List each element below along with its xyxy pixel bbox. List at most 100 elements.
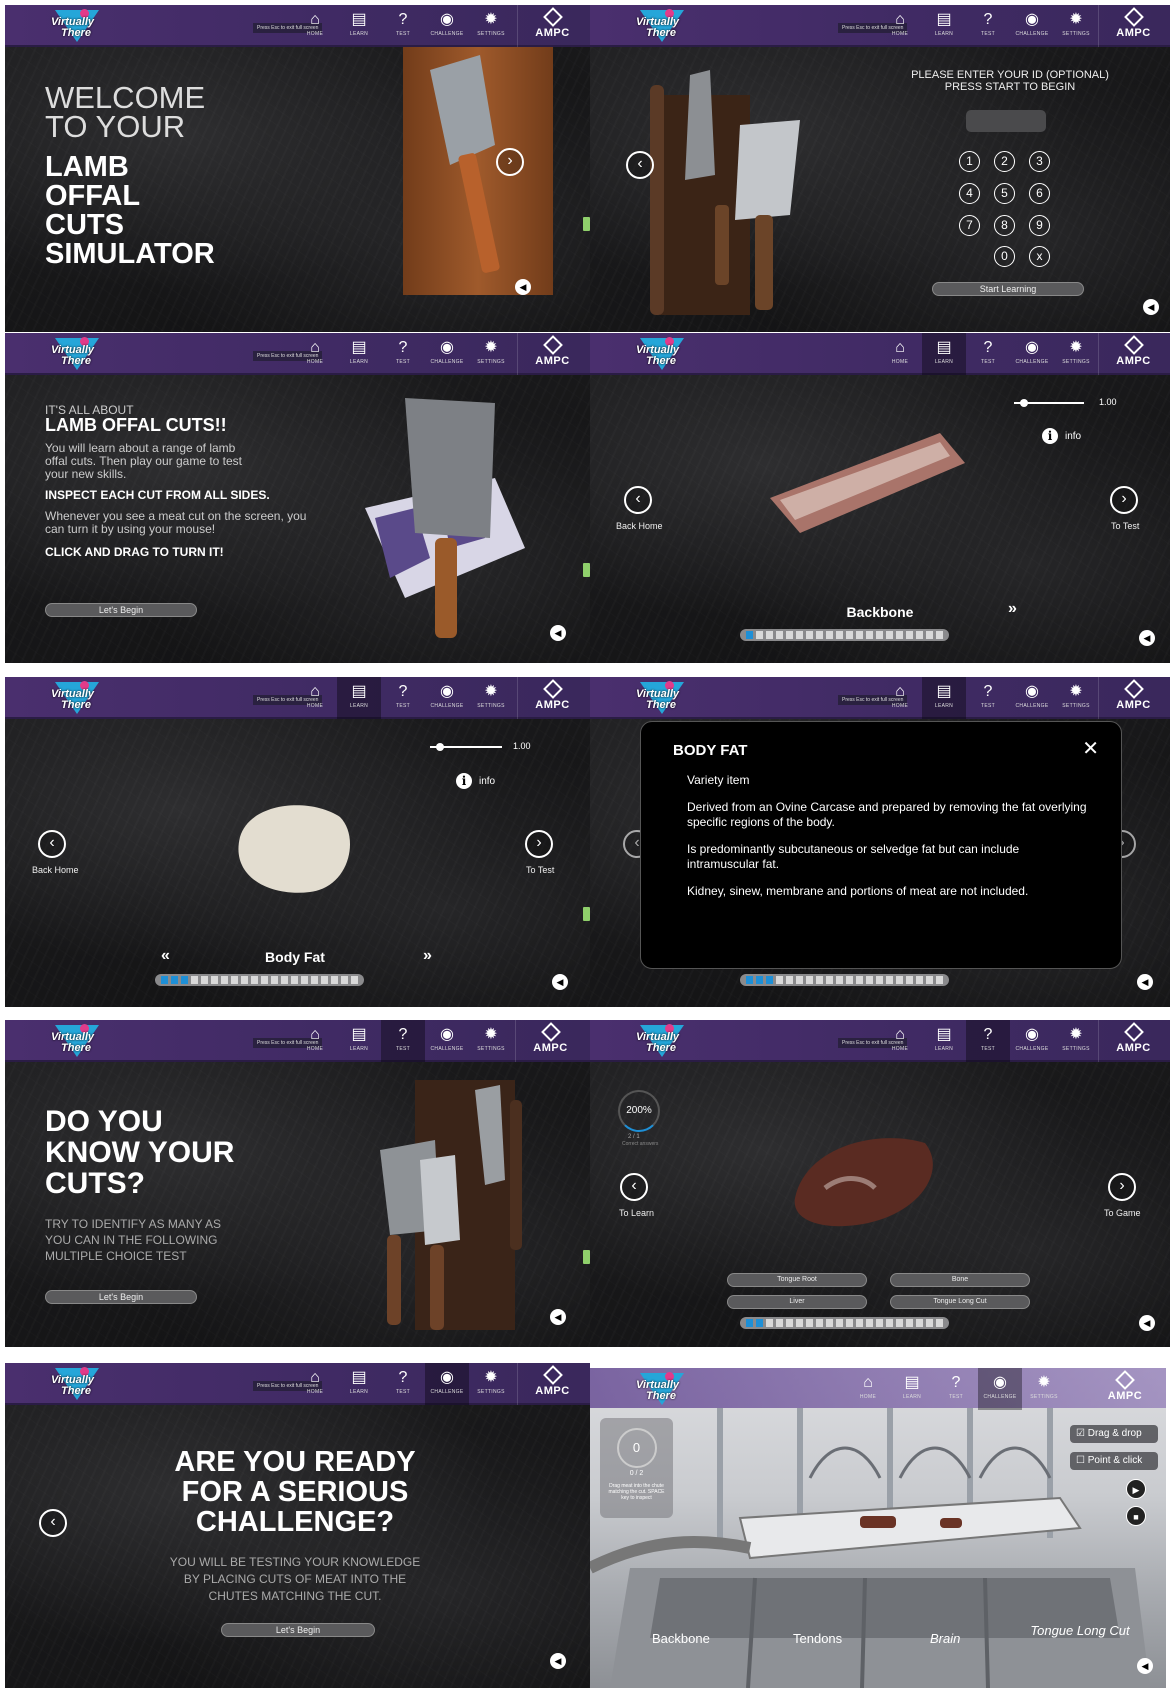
progress-dot[interactable] [776, 631, 783, 639]
nav-home[interactable]: ⌂ HOME [878, 333, 922, 375]
nav-settings[interactable]: ✹ SETTINGS [1054, 677, 1098, 719]
progress-dot[interactable] [846, 1319, 853, 1327]
start-learning-button[interactable]: Start Learning [932, 282, 1084, 296]
nav-test[interactable]: ? TEST [381, 5, 425, 47]
next-item-icon[interactable]: » [423, 947, 432, 965]
progress-dot[interactable] [786, 1319, 793, 1327]
key-3[interactable]: 3 [1029, 151, 1050, 172]
progress-dot[interactable] [201, 976, 208, 984]
back-home-button[interactable]: ‹ [624, 486, 652, 514]
nav-challenge[interactable]: ◉ CHALLENGE [1010, 333, 1054, 375]
key-clear[interactable]: x [1029, 246, 1050, 267]
progress-dot[interactable] [766, 976, 773, 984]
progress-dot[interactable] [886, 631, 893, 639]
progress-dot[interactable] [746, 976, 753, 984]
progress-dot[interactable] [311, 976, 318, 984]
progress-dot[interactable] [321, 976, 328, 984]
option-tongue-root[interactable]: Tongue Root [727, 1273, 867, 1287]
progress-dot[interactable] [171, 976, 178, 984]
progress-dot[interactable] [886, 1319, 893, 1327]
progress-dot[interactable] [261, 976, 268, 984]
nav-learn[interactable]: ▤ LEARN [922, 333, 966, 375]
to-test-button[interactable]: › [525, 830, 553, 858]
nav-challenge[interactable]: ◉ CHALLENGE [425, 5, 469, 47]
nav-test[interactable]: ? TEST [381, 1020, 425, 1062]
lets-begin-button[interactable]: Let's Begin [45, 1290, 197, 1304]
nav-home[interactable]: ⌂ HOME [293, 5, 337, 47]
progress-dot[interactable] [926, 631, 933, 639]
info-label[interactable]: info [1065, 431, 1081, 442]
next-item-icon[interactable]: » [1008, 600, 1017, 618]
chute-tendons[interactable]: Tendons [793, 1631, 842, 1646]
nav-settings[interactable]: ✹ SETTINGS [1054, 5, 1098, 47]
nav-test[interactable]: ? TEST [966, 677, 1010, 719]
nav-home[interactable]: ⌂ HOME [878, 677, 922, 719]
progress-dot[interactable] [806, 1319, 813, 1327]
progress-dot[interactable] [816, 1319, 823, 1327]
to-test-button[interactable]: › [1110, 486, 1138, 514]
progress-dot[interactable] [836, 976, 843, 984]
nav-settings[interactable]: ✹ SETTINGS [1054, 1020, 1098, 1062]
nav-learn[interactable]: ▤ LEARN [890, 1368, 934, 1410]
progress-dot[interactable] [936, 1319, 943, 1327]
progress-dot[interactable] [916, 1319, 923, 1327]
progress-dot[interactable] [876, 1319, 883, 1327]
zoom-slider[interactable] [1014, 399, 1084, 407]
progress-dot[interactable] [866, 1319, 873, 1327]
speaker-icon[interactable]: ◀ [550, 625, 566, 641]
speaker-icon[interactable]: ◀ [550, 1653, 566, 1669]
nav-learn[interactable]: ▤ LEARN [922, 1020, 966, 1062]
speaker-icon[interactable]: ◀ [1139, 630, 1155, 646]
progress-dot[interactable] [896, 631, 903, 639]
nav-test[interactable]: ? TEST [381, 1363, 425, 1405]
mode-point-click[interactable]: ☐ Point & click [1070, 1452, 1158, 1470]
progress-dot[interactable] [786, 976, 793, 984]
nav-learn[interactable]: ▤ LEARN [337, 5, 381, 47]
speaker-icon[interactable]: ◀ [552, 974, 568, 990]
progress-dot[interactable] [846, 631, 853, 639]
back-home-label[interactable]: Back Home [32, 865, 79, 875]
progress-dot[interactable] [161, 976, 168, 984]
nav-learn[interactable]: ▤ LEARN [337, 333, 381, 375]
progress-dot[interactable] [916, 631, 923, 639]
progress-dot[interactable] [796, 631, 803, 639]
nav-settings[interactable]: ✹ SETTINGS [1054, 333, 1098, 375]
virtually-there-logo[interactable]: Virtually There [47, 1023, 105, 1059]
speaker-icon[interactable]: ◀ [1137, 974, 1153, 990]
nav-home[interactable]: ⌂ HOME [878, 1020, 922, 1062]
prev-item-icon[interactable]: « [161, 947, 170, 965]
progress-dot[interactable] [866, 976, 873, 984]
progress-dot[interactable] [756, 976, 763, 984]
nav-settings[interactable]: ✹ SETTINGS [469, 5, 513, 47]
progress-dot[interactable] [291, 976, 298, 984]
virtually-there-logo[interactable]: Virtually There [632, 1371, 690, 1407]
virtually-there-logo[interactable]: Virtually There [47, 680, 105, 716]
virtually-there-logo[interactable]: Virtually There [632, 336, 690, 372]
nav-test[interactable]: ? TEST [966, 333, 1010, 375]
progress-dot[interactable] [876, 976, 883, 984]
progress-dot[interactable] [776, 976, 783, 984]
key-0[interactable]: 0 [994, 246, 1015, 267]
progress-dot[interactable] [826, 976, 833, 984]
progress-dot[interactable] [221, 976, 228, 984]
progress-dot[interactable] [816, 631, 823, 639]
progress-dot[interactable] [746, 1319, 753, 1327]
progress-dot[interactable] [916, 976, 923, 984]
option-tongue-long-cut[interactable]: Tongue Long Cut [890, 1295, 1030, 1309]
lets-begin-button[interactable]: Let's Begin [221, 1623, 375, 1637]
speaker-icon[interactable]: ◀ [550, 1309, 566, 1325]
nav-home[interactable]: ⌂ HOME [293, 677, 337, 719]
nav-challenge[interactable]: ◉ CHALLENGE [425, 1020, 469, 1062]
nav-learn[interactable]: ▤ LEARN [337, 1020, 381, 1062]
virtually-there-logo[interactable]: Virtually There [47, 336, 105, 372]
progress-dot[interactable] [896, 1319, 903, 1327]
progress-dot[interactable] [816, 976, 823, 984]
lets-begin-button[interactable]: Let's Begin [45, 603, 197, 617]
to-test-label[interactable]: To Test [526, 865, 554, 875]
nav-test[interactable]: ? TEST [381, 333, 425, 375]
progress-dot[interactable] [826, 631, 833, 639]
back-home-label[interactable]: Back Home [616, 521, 663, 531]
nav-settings[interactable]: ✹ SETTINGS [469, 1020, 513, 1062]
key-5[interactable]: 5 [994, 183, 1015, 204]
nav-home[interactable]: ⌂ HOME [293, 333, 337, 375]
